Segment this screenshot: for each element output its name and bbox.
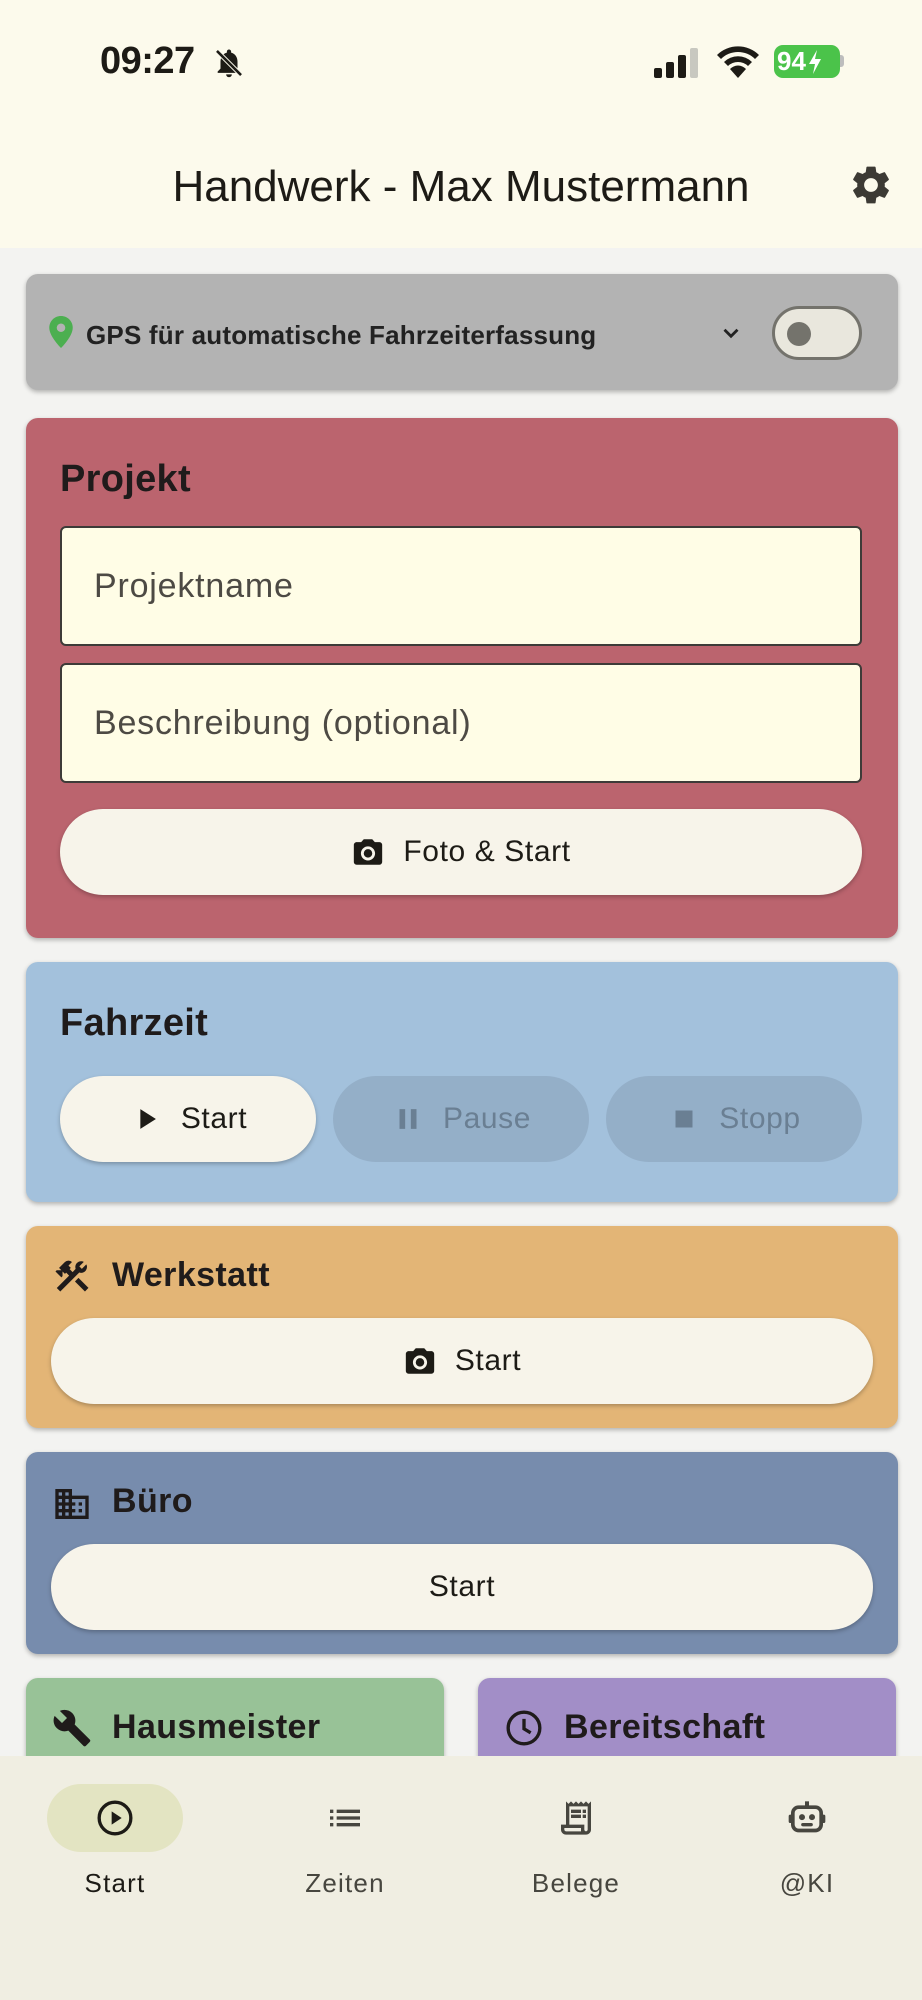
app-bar: Handwerk - Max Mustermann — [0, 120, 922, 248]
bell-off-icon — [214, 48, 244, 78]
wrench-icon — [53, 1709, 91, 1747]
location-pin-icon — [49, 316, 73, 348]
foto-start-button[interactable]: Foto & Start — [60, 809, 862, 895]
gps-toggle[interactable] — [772, 306, 862, 360]
gps-label: GPS für automatische Fahrzeiterfassung — [86, 320, 597, 350]
fahrzeit-pause-button[interactable]: Pause — [333, 1076, 589, 1162]
status-bar: 09:27 94 — [0, 0, 922, 120]
tools-icon — [55, 1260, 89, 1292]
beschreibung-field[interactable] — [60, 663, 862, 783]
robot-icon — [788, 1801, 826, 1833]
foto-start-label: Foto & Start — [403, 835, 571, 868]
fahrzeit-stopp-button[interactable]: Stopp — [606, 1076, 862, 1162]
nav-label-belege: Belege — [531, 1868, 621, 1898]
nav-item-start[interactable]: Start — [0, 1784, 230, 1914]
buero-start-button[interactable]: Start — [51, 1544, 873, 1630]
nav-label-start: Start — [84, 1868, 146, 1898]
fahrzeit-stopp-label: Stopp — [719, 1102, 801, 1135]
page-title: Handwerk - Max Mustermann — [172, 162, 750, 211]
pause-icon — [399, 1109, 417, 1129]
wifi-icon — [717, 46, 759, 78]
buero-title: Büro — [112, 1482, 193, 1520]
werkstatt-start-button[interactable]: Start — [51, 1318, 873, 1404]
cellular-signal-icon — [654, 48, 698, 78]
play-icon — [140, 1109, 156, 1129]
charging-bolt-icon — [808, 49, 821, 74]
gps-toggle-knob — [787, 322, 811, 346]
fahrzeit-start-button[interactable]: Start — [60, 1076, 316, 1162]
werkstatt-card: Werkstatt Start — [26, 1226, 898, 1428]
receipt-icon — [561, 1801, 591, 1835]
werkstatt-start-label: Start — [454, 1344, 522, 1377]
beschreibung-input[interactable] — [62, 665, 860, 781]
buero-start-label: Start — [428, 1570, 496, 1603]
fahrzeit-card: Fahrzeit Start Pause Stopp — [26, 962, 898, 1202]
fahrzeit-title: Fahrzeit — [60, 1002, 209, 1044]
play-circle-icon — [97, 1800, 133, 1836]
stop-icon — [675, 1110, 693, 1128]
nav-label-zeiten: Zeiten — [305, 1868, 385, 1898]
fahrzeit-pause-label: Pause — [442, 1102, 532, 1135]
nav-item-belege[interactable]: Belege — [461, 1784, 691, 1914]
hausmeister-title: Hausmeister — [112, 1708, 321, 1746]
camera-icon — [405, 1348, 434, 1374]
battery-level: 94 — [777, 46, 806, 76]
status-time: 09:27 — [100, 40, 195, 82]
building-icon — [55, 1489, 89, 1519]
nav-item-ki[interactable]: @KI — [692, 1784, 922, 1914]
gear-icon[interactable] — [848, 162, 894, 208]
bereitschaft-title: Bereitschaft — [564, 1708, 766, 1746]
chevron-down-icon[interactable] — [716, 320, 746, 346]
bottom-navigation: Start Zeiten Belege @KI — [0, 1756, 922, 2000]
projektname-input[interactable] — [62, 528, 860, 644]
buero-card: Büro Start — [26, 1452, 898, 1654]
clock-icon — [506, 1710, 542, 1746]
werkstatt-title: Werkstatt — [112, 1256, 270, 1294]
projekt-card: Projekt Foto & Start — [26, 418, 898, 938]
nav-label-ki: @KI — [779, 1868, 835, 1898]
nav-item-zeiten[interactable]: Zeiten — [230, 1784, 460, 1914]
camera-icon — [354, 839, 383, 865]
gps-card[interactable]: GPS für automatische Fahrzeiterfassung — [26, 274, 898, 390]
fahrzeit-start-label: Start — [180, 1102, 248, 1135]
battery-tip — [840, 55, 844, 67]
list-icon — [330, 1809, 360, 1827]
battery-indicator: 94 — [774, 45, 840, 78]
projektname-field[interactable] — [60, 526, 862, 646]
projekt-title: Projekt — [60, 458, 191, 500]
